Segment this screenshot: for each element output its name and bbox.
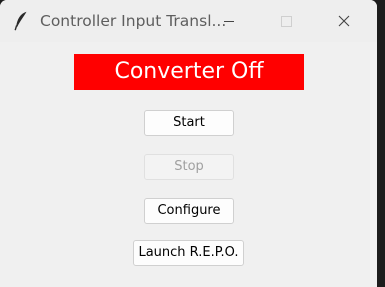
window-title: Controller Input Transl... [40, 12, 227, 30]
main-content: Converter Off Start Stop Configure Launc… [0, 42, 377, 287]
minimize-button[interactable] [209, 0, 249, 42]
status-label: Converter Off [74, 54, 304, 90]
launch-repo-button[interactable]: Launch R.E.P.O. [133, 240, 244, 266]
maximize-icon [280, 15, 292, 27]
configure-button[interactable]: Configure [144, 198, 234, 224]
feather-icon [14, 11, 28, 31]
stop-button[interactable]: Stop [144, 154, 234, 180]
minimize-icon [224, 20, 234, 22]
close-button[interactable] [324, 0, 364, 42]
close-icon [338, 12, 350, 31]
maximize-button[interactable] [266, 0, 306, 42]
title-bar[interactable]: Controller Input Transl... [0, 0, 377, 42]
app-window: Controller Input Transl... Converter Off… [0, 0, 377, 287]
start-button[interactable]: Start [144, 110, 234, 136]
